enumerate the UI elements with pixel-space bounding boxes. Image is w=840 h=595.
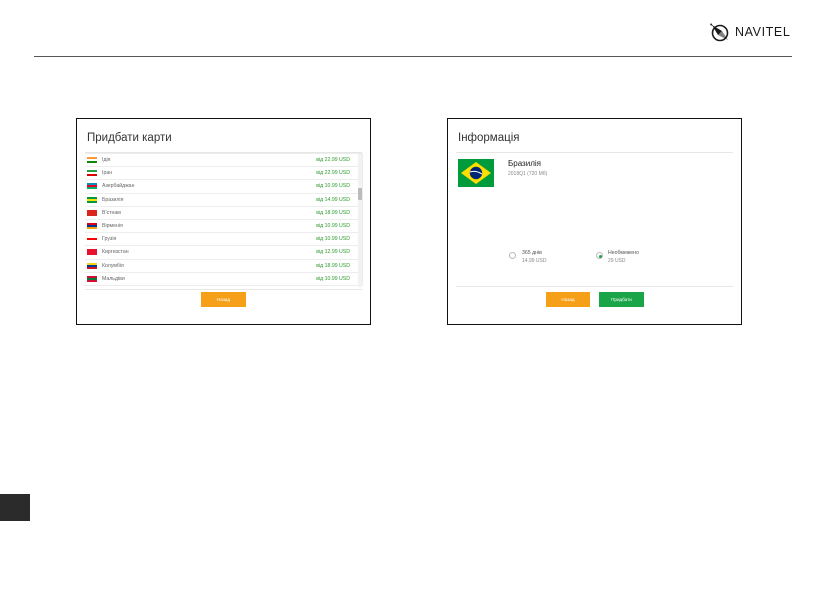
country-flag-icon	[87, 262, 97, 269]
map-list-item[interactable]: В'єтнам від 18.99 USD	[85, 207, 362, 220]
buy-button[interactable]: Придбати	[599, 292, 644, 307]
info-title: Інформація	[458, 132, 520, 144]
map-name: Мальдіви	[102, 276, 125, 283]
country-flag-icon	[87, 276, 97, 283]
map-list-scrollbar[interactable]	[358, 154, 362, 287]
country-name: Бразилія	[508, 159, 541, 168]
option-unlimited-label[interactable]: Необмежено	[608, 250, 639, 256]
country-flag-icon	[87, 249, 97, 256]
option-365-days-label[interactable]: 365 днів	[522, 250, 542, 256]
option-365-days-price: 14.99 USD	[522, 258, 547, 264]
map-name: Колумбія	[102, 262, 124, 269]
map-list-item[interactable]: Киргизстан від 12.99 USD	[85, 246, 362, 260]
country-flag-icon	[87, 223, 97, 230]
map-name: Азербайджан	[102, 183, 135, 190]
navitel-logo: NAVITEL	[709, 22, 790, 42]
map-name: Ідія	[102, 157, 111, 164]
logo-text: NAVITEL	[735, 25, 791, 39]
map-price: від 18.99 USD	[316, 262, 350, 269]
map-price: від 18.99 USD	[316, 209, 350, 216]
country-flag-icon	[87, 196, 97, 203]
map-name: Грузія	[102, 236, 117, 243]
map-price: від 14.99 USD	[316, 196, 350, 203]
map-info-screen: Інформація Бразилія 2018Q1 (720 Мб) 365 …	[447, 118, 742, 325]
country-flag-icon	[87, 236, 97, 243]
back-button[interactable]: Назад	[201, 292, 246, 307]
buy-maps-screen: Придбати карти Ідія від 22.99 USD Іран від …	[76, 118, 371, 325]
option-unlimited-price: 29 USD	[608, 258, 626, 264]
map-name: Киргизстан	[102, 249, 129, 256]
map-version: 2018Q1 (720 Мб)	[508, 171, 548, 177]
country-flag-icon	[87, 209, 97, 216]
map-price: від 12.99 USD	[316, 249, 350, 256]
radio-selected-dot	[598, 254, 602, 258]
map-list-item[interactable]: Мальдіви від 10.99 USD	[85, 273, 362, 286]
map-list-item[interactable]: Ідія від 22.99 USD	[85, 154, 362, 168]
buy-maps-title: Придбати карти	[87, 132, 172, 144]
map-list-item[interactable]: Вірменія від 10.99 USD	[85, 220, 362, 234]
header-divider	[34, 56, 792, 57]
page-section-tab	[0, 494, 30, 521]
scrollbar-thumb[interactable]	[358, 188, 362, 200]
map-name: Іран	[102, 170, 113, 177]
map-price: від 10.99 USD	[316, 183, 350, 190]
map-list-item[interactable]: Грузія від 10.99 USD	[85, 233, 362, 247]
map-name: Вірменія	[102, 223, 123, 230]
title-divider	[456, 152, 733, 153]
navitel-compass-icon	[710, 23, 729, 42]
brazil-flag-icon	[458, 159, 494, 187]
map-list-item[interactable]: Азербайджан від 10.99 USD	[85, 180, 362, 194]
back-button[interactable]: Назад	[546, 292, 590, 307]
option-unlimited-radio[interactable]	[596, 252, 603, 259]
map-list[interactable]: Ідія від 22.99 USD Іран від 22.99 USD Азерба…	[85, 153, 363, 287]
map-price: від 22.99 USD	[316, 157, 350, 164]
footer-divider	[85, 289, 362, 290]
map-price: від 10.99 USD	[316, 236, 350, 243]
map-name: Бразилія	[102, 196, 124, 203]
country-flag-icon	[87, 183, 97, 190]
map-price: від 10.99 USD	[316, 276, 350, 283]
map-name: В'єтнам	[102, 209, 121, 216]
map-list-item[interactable]: Бразилія від 14.99 USD	[85, 194, 362, 207]
map-price: від 22.99 USD	[316, 170, 350, 177]
map-list-item[interactable]: Іран від 22.99 USD	[85, 167, 362, 181]
country-flag-icon	[87, 170, 97, 177]
footer-divider	[456, 286, 733, 287]
map-list-item[interactable]: Колумбія від 18.99 USD	[85, 260, 362, 273]
map-price: від 10.99 USD	[316, 223, 350, 230]
option-365-days-radio[interactable]	[509, 252, 516, 259]
country-flag-icon	[87, 157, 97, 164]
